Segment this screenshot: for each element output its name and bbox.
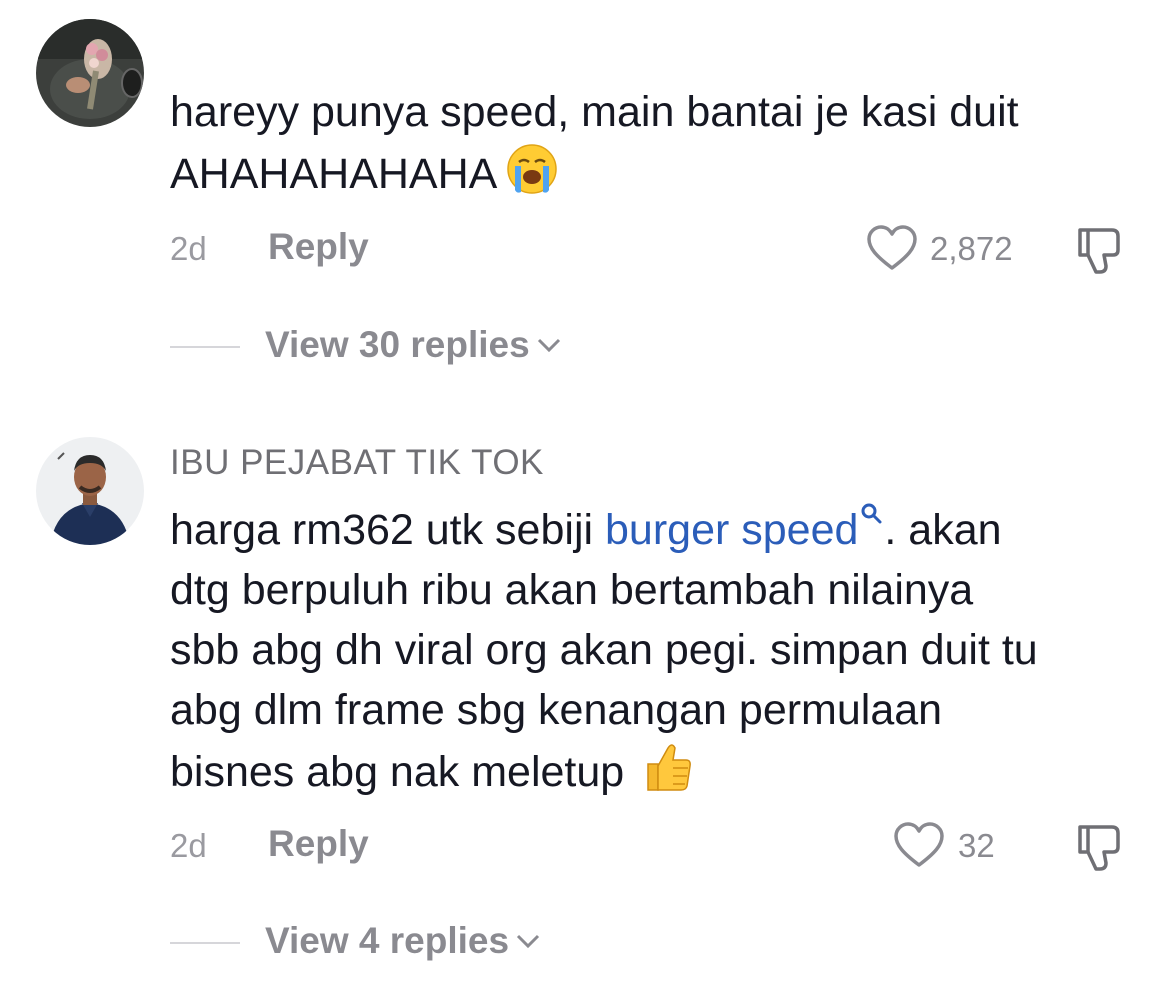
reply-button[interactable]: Reply [268, 226, 369, 268]
comment-author[interactable]: IBU PEJABAT TIK TOK [170, 443, 544, 483]
view-replies-button[interactable]: View 4 replies [265, 920, 541, 962]
reply-button[interactable]: Reply [268, 823, 369, 865]
comment-line-text: AHAHAHAHAHA [170, 150, 498, 198]
comment-line: hareyy punya speed, main bantai je kasi … [170, 88, 1019, 136]
comment-line-text: harga rm362 utk sebiji [170, 506, 605, 554]
heart-icon[interactable] [893, 821, 945, 869]
chevron-down-icon [517, 934, 540, 949]
comment-actions: 2d Reply 2,872 [0, 224, 1170, 274]
view-replies[interactable]: View 4 replies [0, 918, 1170, 968]
view-replies-button[interactable]: View 30 replies [265, 324, 562, 366]
avatar[interactable] [36, 19, 144, 127]
comment-text: hareyy punya speed, main bantai je kasi … [170, 82, 1145, 202]
search-icon [858, 500, 884, 540]
thumbs-up-icon [647, 744, 692, 791]
avatar-photo [36, 19, 144, 127]
comment-line: sbb abg dh viral org akan pegi. simpan d… [170, 626, 1038, 674]
loudly-crying-face-icon [507, 144, 558, 194]
comment-line: dtg berpuluh ribu akan bertambah nilainy… [170, 566, 974, 614]
thumbs-down-icon[interactable] [1072, 224, 1124, 276]
comment-line: bisnes abg nak meletup [170, 740, 1145, 800]
comment-line: abg dlm frame sbg kenangan permulaan [170, 686, 943, 734]
divider [170, 346, 240, 348]
heart-icon[interactable] [866, 224, 918, 272]
view-replies-label: View 4 replies [265, 920, 510, 961]
thumbs-down-icon[interactable] [1072, 821, 1124, 873]
avatar-photo [36, 437, 144, 545]
comment-text: harga rm362 utk sebiji burger speed . aka… [170, 500, 1145, 800]
comment-line-text: . akan [884, 506, 1002, 554]
chevron-down-icon [537, 338, 560, 353]
search-link-label: burger speed [605, 506, 859, 554]
view-replies[interactable]: View 30 replies [0, 322, 1170, 372]
like-count: 2,872 [930, 230, 1013, 267]
comment-actions: 2d Reply 32 [0, 821, 1170, 871]
comment-timestamp: 2d [170, 827, 207, 864]
like-count: 32 [958, 827, 995, 864]
view-replies-label: View 30 replies [265, 324, 530, 365]
comment-line: AHAHAHAHAHA [170, 142, 1145, 202]
comment-timestamp: 2d [170, 230, 207, 267]
search-link[interactable]: burger speed [605, 503, 884, 554]
divider [170, 942, 240, 944]
comment-line-text: bisnes abg nak meletup [170, 748, 625, 796]
comment-line: harga rm362 utk sebiji burger speed . aka… [170, 500, 1145, 560]
avatar[interactable] [36, 437, 144, 545]
